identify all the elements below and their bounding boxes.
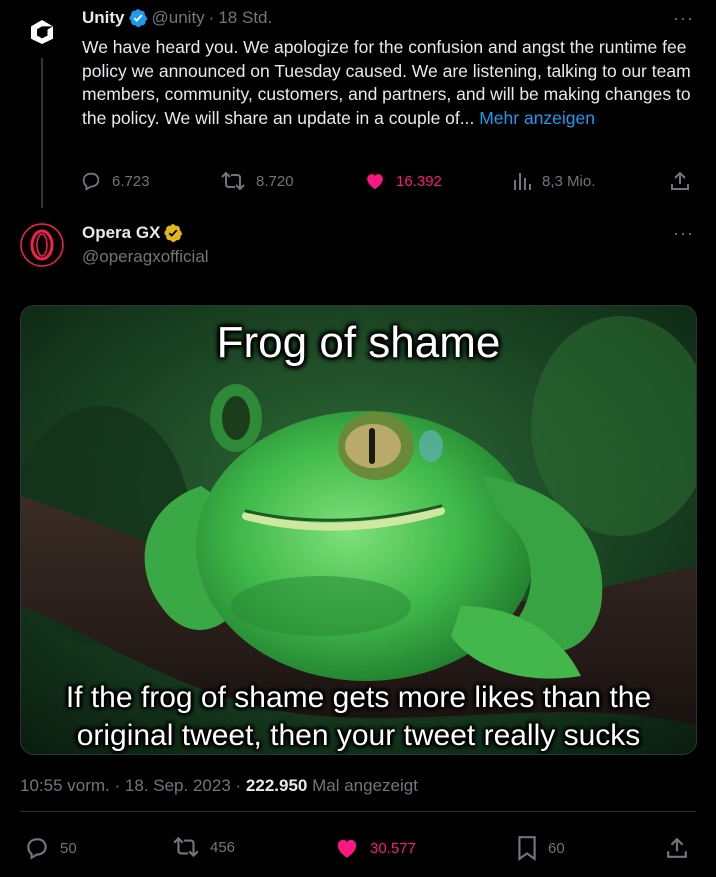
meme-image[interactable]: Frog of shame If the frog of shame gets … xyxy=(20,305,697,755)
quoted-tweet[interactable]: Unity @unity · 18 Std. ··· We have heard… xyxy=(0,0,716,215)
meme-top-caption: Frog of shame xyxy=(216,318,501,367)
author-name[interactable]: Opera GX xyxy=(82,223,160,243)
retweet-button[interactable]: 456 xyxy=(172,835,235,859)
separator-dot: · xyxy=(235,776,242,795)
separator-dot: · xyxy=(208,8,215,27)
quoted-tweet-header: Unity @unity · 18 Std. xyxy=(82,8,272,28)
retweet-count: 456 xyxy=(210,838,236,856)
share-button[interactable] xyxy=(670,170,690,192)
views-label: Mal angezeigt xyxy=(312,776,418,795)
tweet-date[interactable]: 18. Sep. 2023 xyxy=(125,776,231,795)
divider xyxy=(20,811,696,812)
tweet-text: We have heard you. We apologize for the … xyxy=(82,36,702,130)
reply-button[interactable]: 50 xyxy=(24,835,77,861)
author-name-row: Opera GX xyxy=(82,223,183,243)
share-button[interactable] xyxy=(666,835,688,861)
views-icon xyxy=(514,173,531,190)
heart-icon xyxy=(367,174,383,190)
gold-verified-badge-icon xyxy=(163,223,183,243)
reply-count: 6.723 xyxy=(112,172,150,190)
unity-avatar[interactable] xyxy=(22,12,62,52)
more-options-button[interactable]: ··· xyxy=(673,223,694,244)
like-count: 30.577 xyxy=(370,839,416,857)
views-button[interactable]: 8,3 Mio. xyxy=(512,170,595,192)
author-handle[interactable]: @operagxofficial xyxy=(82,247,209,267)
views-count: 8,3 Mio. xyxy=(542,172,596,190)
reply-count: 50 xyxy=(60,839,77,857)
main-tweet-actions: 50 456 30.577 60 xyxy=(20,833,696,863)
views-count: 222.950 xyxy=(245,776,308,795)
retweet-icon xyxy=(173,836,199,858)
author-name[interactable]: Unity xyxy=(82,8,125,28)
heart-icon xyxy=(337,839,357,858)
retweet-count: 8.720 xyxy=(256,172,294,190)
tweet-time[interactable]: 10:55 vorm. xyxy=(20,776,110,795)
retweet-icon xyxy=(221,171,245,191)
verified-badge-icon xyxy=(128,8,148,28)
meme-bottom-caption: If the frog of shame gets more likes tha… xyxy=(65,681,652,752)
unity-logo-icon xyxy=(31,20,53,44)
show-more-link[interactable]: Mehr anzeigen xyxy=(479,108,595,128)
bookmark-count: 60 xyxy=(548,839,565,857)
author-handle[interactable]: @unity xyxy=(152,8,205,28)
tweet-time[interactable]: 18 Std. xyxy=(218,8,272,28)
quoted-tweet-actions: 6.723 8.720 16.392 8,3 Mio. xyxy=(80,168,696,196)
more-options-button[interactable]: ··· xyxy=(673,8,694,29)
like-count: 16.392 xyxy=(396,172,442,190)
tweet-body: We have heard you. We apologize for the … xyxy=(82,37,691,128)
bookmark-button[interactable]: 60 xyxy=(516,835,565,861)
reply-icon xyxy=(27,838,47,860)
tweet-timestamp: 10:55 vorm. · 18. Sep. 2023 · 222.950 Ma… xyxy=(20,776,418,796)
like-button[interactable]: 30.577 xyxy=(334,835,416,861)
bookmark-icon xyxy=(518,836,536,861)
separator-dot: · xyxy=(114,776,121,795)
share-icon xyxy=(667,837,687,858)
share-icon xyxy=(671,171,689,190)
like-button[interactable]: 16.392 xyxy=(364,170,442,192)
thread-line xyxy=(41,58,43,208)
reply-button[interactable]: 6.723 xyxy=(80,170,150,192)
opera-gx-avatar[interactable] xyxy=(20,223,64,267)
retweet-button[interactable]: 8.720 xyxy=(220,170,294,192)
reply-icon xyxy=(82,172,100,191)
